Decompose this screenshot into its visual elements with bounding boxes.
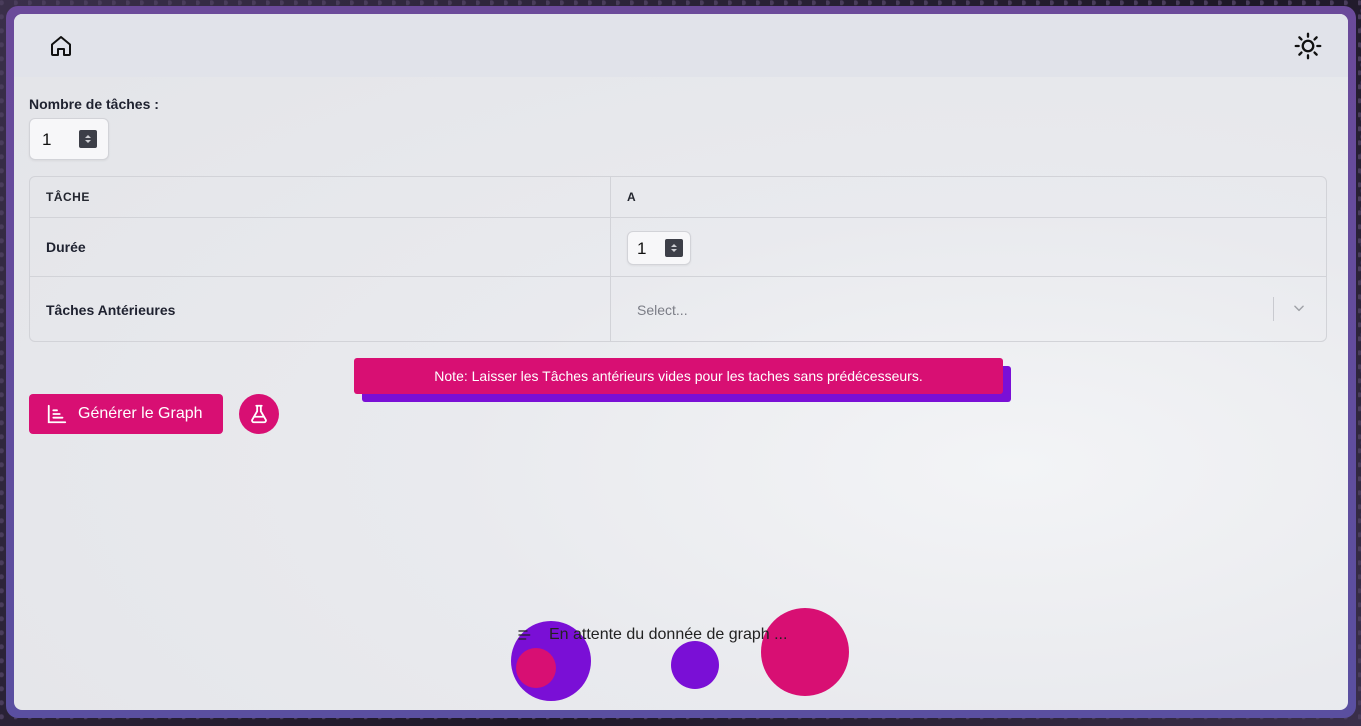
- chevron-down-icon[interactable]: [1292, 301, 1306, 315]
- decor-circle-pink-large: [761, 608, 849, 696]
- select-placeholder[interactable]: Select...: [637, 302, 688, 318]
- flask-button[interactable]: [239, 394, 279, 434]
- home-icon: [51, 35, 71, 56]
- task-count-value[interactable]: 1: [42, 130, 51, 150]
- task-count-stepper[interactable]: 1: [29, 118, 109, 160]
- duration-cell: 1: [611, 218, 1326, 276]
- chart-icon: [47, 404, 67, 424]
- note-text: Note: Laisser les Tâches antérieurs vide…: [354, 358, 1003, 394]
- waiting-text: En attente du donnée de graph ...: [549, 626, 788, 643]
- header-task-a: A: [627, 190, 637, 204]
- task-table: TÂCHE A Durée 1 Tâches Antérieures Selec…: [29, 176, 1327, 342]
- duration-label: Durée: [30, 218, 611, 276]
- decor-circle-pink-small: [516, 648, 556, 688]
- list-icon: [518, 630, 531, 640]
- generate-graph-label: Générer le Graph: [78, 405, 203, 422]
- waiting-status: En attente du donnée de graph ...: [517, 626, 787, 644]
- chevron-up-icon[interactable]: [671, 244, 677, 247]
- table-header-row: TÂCHE A: [30, 177, 1326, 218]
- predecessors-label: Tâches Antérieures: [30, 277, 611, 341]
- table-row-predecessors: Tâches Antérieures Select...: [30, 277, 1326, 341]
- theme-toggle-button[interactable]: [1294, 32, 1322, 60]
- top-bar: [14, 14, 1348, 77]
- duration-stepper[interactable]: 1: [627, 231, 691, 265]
- header-task: TÂCHE: [30, 177, 611, 217]
- table-row-duration: Durée 1: [30, 218, 1326, 277]
- sun-icon: [1294, 32, 1322, 59]
- flask-icon: [251, 404, 267, 424]
- duration-spinner[interactable]: [665, 239, 683, 257]
- chevron-down-icon[interactable]: [85, 140, 91, 143]
- predecessors-select[interactable]: Select...: [611, 277, 1326, 341]
- note-banner: Note: Laisser les Tâches antérieurs vide…: [354, 358, 1012, 402]
- decor-circle-purple-small: [671, 641, 719, 689]
- app-window: Nombre de tâches : 1 TÂCHE A Durée 1 Tâc…: [14, 14, 1348, 710]
- window-frame: Nombre de tâches : 1 TÂCHE A Durée 1 Tâc…: [6, 6, 1356, 718]
- task-count-label: Nombre de tâches :: [29, 96, 159, 112]
- chevron-down-icon[interactable]: [671, 249, 677, 252]
- generate-graph-button[interactable]: Générer le Graph: [29, 394, 223, 434]
- select-divider: [1273, 297, 1274, 321]
- duration-value[interactable]: 1: [637, 239, 646, 259]
- home-button[interactable]: [47, 32, 75, 60]
- chevron-up-icon[interactable]: [85, 135, 91, 138]
- task-count-spinner[interactable]: [79, 130, 97, 148]
